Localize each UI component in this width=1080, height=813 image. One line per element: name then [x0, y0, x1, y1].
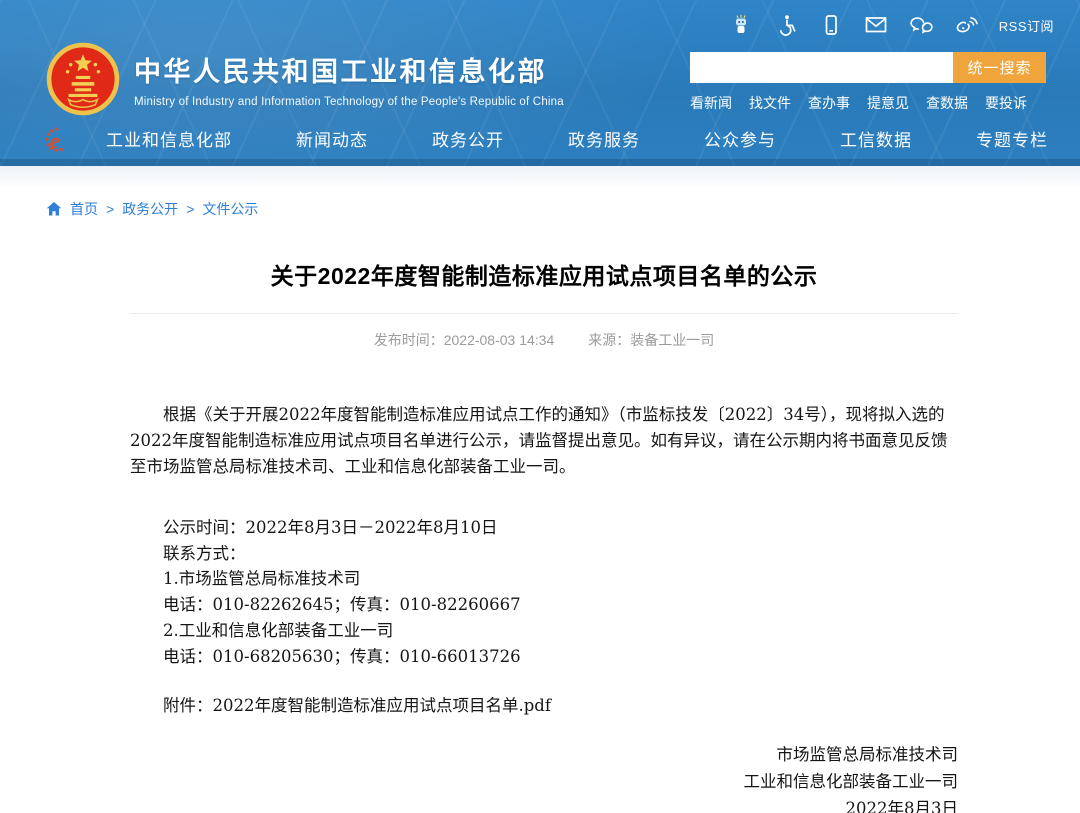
contact-org1-line: 1.市场监管总局标准技术司	[163, 566, 958, 592]
publish-time: 发布时间：2022-08-03 14:34	[374, 330, 555, 350]
breadcrumb-gov-openness[interactable]: 政务公开	[122, 199, 178, 219]
article-title: 关于2022年度智能制造标准应用试点项目名单的公示	[130, 257, 958, 314]
breadcrumb-separator: >	[186, 201, 194, 217]
nav-item-gov-services[interactable]: 政务服务	[568, 126, 640, 151]
quick-link-complaint[interactable]: 要投诉	[985, 93, 1027, 113]
quick-link-data[interactable]: 查数据	[926, 93, 968, 113]
accessibility-icon[interactable]	[774, 13, 798, 37]
article-source: 来源：装备工业一司	[588, 330, 714, 350]
breadcrumb-file-announcements[interactable]: 文件公示	[202, 199, 258, 219]
home-icon[interactable]	[46, 201, 62, 217]
signature-date: 2022年8月3日	[130, 795, 958, 813]
contact-block: 公示时间：2022年8月3日－2022年8月10日 联系方式： 1.市场监管总局…	[130, 515, 958, 669]
weibo-icon[interactable]	[954, 13, 978, 37]
quick-link-files[interactable]: 找文件	[749, 93, 791, 113]
article: 关于2022年度智能制造标准应用试点项目名单的公示 发布时间：2022-08-0…	[130, 257, 958, 813]
mascot-icon[interactable]	[729, 13, 753, 37]
nav-item-public-participation[interactable]: 公众参与	[704, 126, 776, 151]
utility-bar: RSS订阅	[729, 13, 1054, 37]
site-subtitle: Ministry of Industry and Information Tec…	[134, 96, 564, 108]
header-shadow-band	[0, 166, 1080, 186]
quick-link-news[interactable]: 看新闻	[690, 93, 732, 113]
nav-items: 工业和信息化部 新闻动态 政务公开 政务服务 公众参与 工信数据 专题专栏	[106, 126, 1048, 151]
breadcrumb-separator: >	[106, 201, 114, 217]
breadcrumb-home[interactable]: 首页	[70, 199, 98, 219]
unified-search-button[interactable]: 统一搜索	[953, 52, 1046, 83]
egov-e-icon: e	[42, 123, 76, 157]
contact-phone2-line: 电话：010-68205630；传真：010-66013726	[163, 644, 958, 670]
main-nav: e 工业和信息化部 新闻动态 政务公开 政务服务 公众参与 工信数据 专题专栏	[0, 120, 1080, 160]
nav-item-miit-data[interactable]: 工信数据	[840, 126, 912, 151]
contact-phone1-line: 电话：010-82262645；传真：010-82260667	[163, 592, 958, 618]
site-header: RSS订阅 中华人民共和国工业和信息化部 Ministry of Industr…	[0, 0, 1080, 166]
article-paragraph: 根据《关于开展2022年度智能制造标准应用试点工作的通知》（市监标技发〔2022…	[130, 402, 958, 480]
national-emblem-icon	[46, 42, 120, 116]
site-title-block: 中华人民共和国工业和信息化部 Ministry of Industry and …	[134, 50, 564, 108]
announcement-period-line: 公示时间：2022年8月3日－2022年8月10日	[163, 515, 958, 541]
nav-item-special-topics[interactable]: 专题专栏	[976, 126, 1048, 151]
nav-item-news[interactable]: 新闻动态	[296, 126, 368, 151]
search-input[interactable]	[690, 52, 953, 83]
nav-item-miit[interactable]: 工业和信息化部	[106, 126, 232, 151]
article-meta: 发布时间：2022-08-03 14:34 来源：装备工业一司	[130, 330, 958, 350]
wechat-icon[interactable]	[909, 13, 933, 37]
search-area: 统一搜索 看新闻 找文件 查办事 提意见 查数据 要投诉	[690, 52, 1046, 113]
signature-org2: 工业和信息化部装备工业一司	[130, 768, 958, 795]
quick-links: 看新闻 找文件 查办事 提意见 查数据 要投诉	[690, 93, 1046, 113]
mobile-icon[interactable]	[819, 13, 843, 37]
signature-block: 市场监管总局标准技术司 工业和信息化部装备工业一司 2022年8月3日	[130, 741, 958, 813]
contact-label-line: 联系方式：	[163, 541, 958, 567]
svg-text:e: e	[50, 129, 60, 153]
site-logo[interactable]: 中华人民共和国工业和信息化部 Ministry of Industry and …	[46, 42, 564, 116]
mail-icon[interactable]	[864, 13, 888, 37]
rss-subscribe-link[interactable]: RSS订阅	[999, 16, 1054, 35]
quick-link-services[interactable]: 查办事	[808, 93, 850, 113]
quick-link-suggest[interactable]: 提意见	[867, 93, 909, 113]
breadcrumb: 首页 > 政务公开 > 文件公示	[46, 199, 1080, 219]
attachment-link[interactable]: 附件：2022年度智能制造标准应用试点项目名单.pdf	[130, 693, 958, 719]
site-title: 中华人民共和国工业和信息化部	[134, 50, 564, 89]
article-body: 根据《关于开展2022年度智能制造标准应用试点工作的通知》（市监标技发〔2022…	[130, 402, 958, 813]
nav-item-gov-openness[interactable]: 政务公开	[432, 126, 504, 151]
signature-org1: 市场监管总局标准技术司	[130, 741, 958, 768]
contact-org2-line: 2.工业和信息化部装备工业一司	[163, 618, 958, 644]
